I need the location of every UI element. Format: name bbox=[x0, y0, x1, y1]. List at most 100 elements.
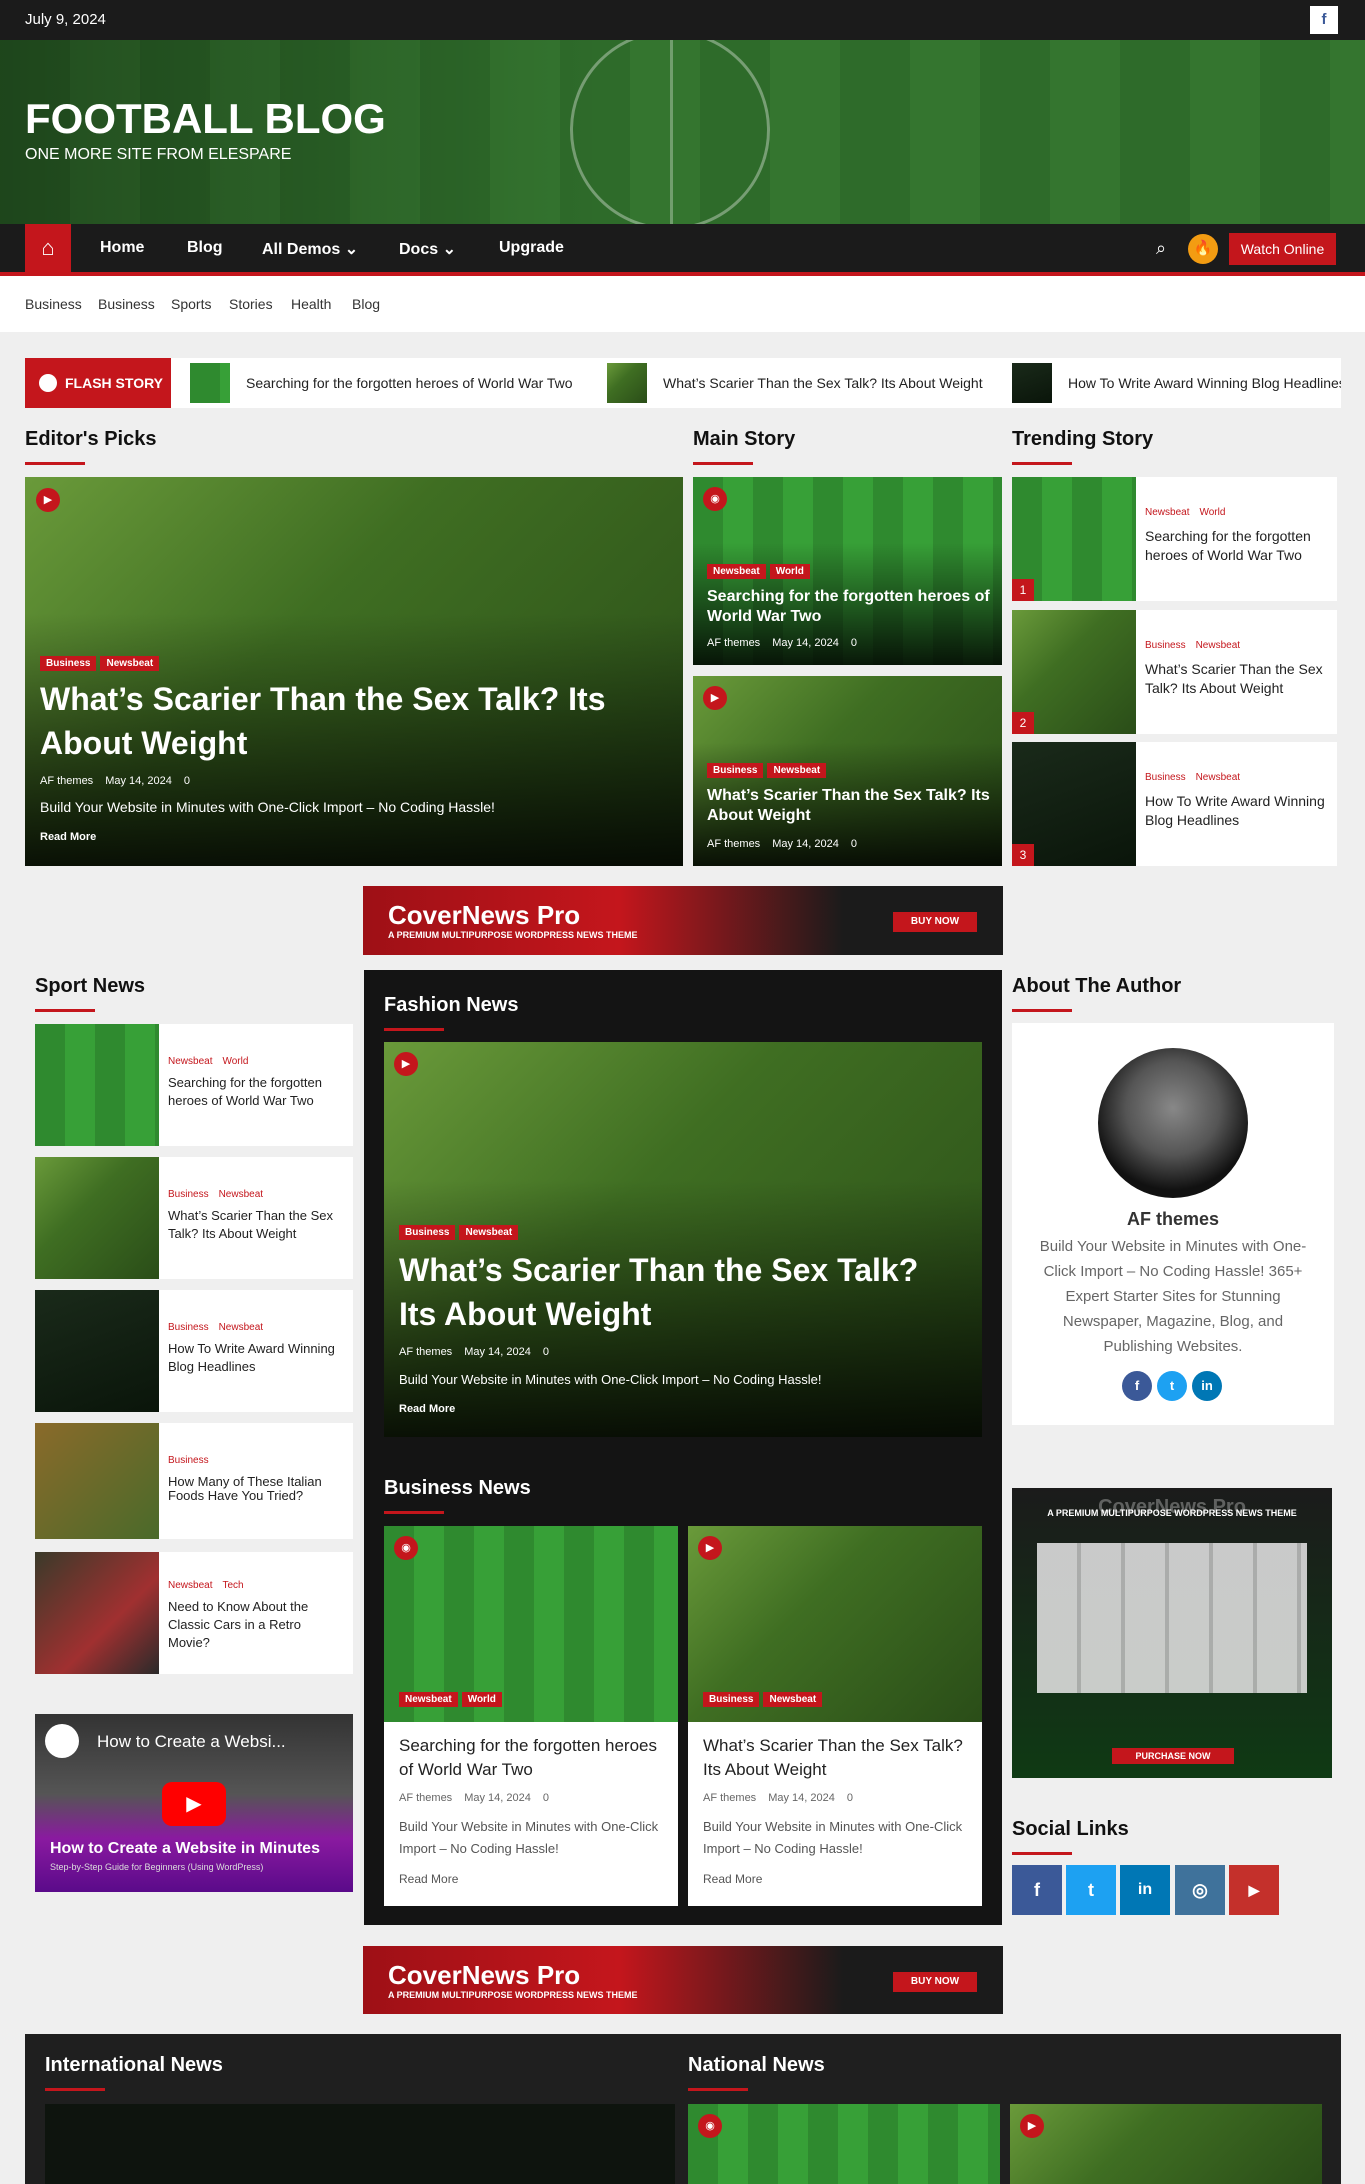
comment-count[interactable]: 0 bbox=[847, 1792, 853, 1804]
tag[interactable]: Business bbox=[703, 1692, 760, 1707]
editors-pick-card[interactable]: ▶ Business Newsbeat What’s Scarier Than t… bbox=[25, 477, 683, 866]
post-title[interactable]: How To Write Award Winning Blog Headline… bbox=[1145, 792, 1330, 830]
international-news-card[interactable] bbox=[45, 2104, 675, 2184]
comment-count[interactable]: 0 bbox=[851, 637, 857, 649]
trending-item[interactable]: 3 Business Newsbeat How To Write Award Wi… bbox=[1012, 742, 1337, 866]
read-more-link[interactable]: Read More bbox=[399, 1403, 455, 1415]
nav-blog[interactable]: Blog bbox=[187, 239, 223, 257]
tag[interactable]: Newsbeat bbox=[459, 1225, 519, 1240]
ad-banner[interactable]: CoverNews Pro A PREMIUM MULTIPURPOSE WOR… bbox=[363, 1946, 1003, 2014]
comment-count[interactable]: 0 bbox=[184, 775, 190, 787]
author-name[interactable]: AF themes bbox=[703, 1792, 756, 1804]
sport-news-item[interactable]: Business Newsbeat How To Write Award Winn… bbox=[35, 1290, 353, 1412]
main-story-card[interactable]: ◉ Newsbeat World Searching for the forgot… bbox=[693, 477, 1002, 665]
tag[interactable]: Business bbox=[707, 763, 764, 778]
post-title[interactable]: How Many of These Italian Foods Have You… bbox=[168, 1475, 348, 1503]
video-overlay-subtext: Step-by-Step Guide for Beginners (Using … bbox=[50, 1862, 264, 1872]
play-icon[interactable]: ▶ bbox=[162, 1782, 226, 1826]
author-name[interactable]: AF themes bbox=[40, 775, 93, 787]
nav-all-demos[interactable]: All Demos ⌄ bbox=[262, 239, 358, 259]
twitter-icon[interactable]: t bbox=[1066, 1865, 1116, 1915]
author-name[interactable]: AF themes bbox=[399, 1792, 452, 1804]
fire-icon[interactable]: 🔥 bbox=[1188, 234, 1218, 264]
author-name[interactable]: AF themes bbox=[707, 838, 760, 850]
post-title[interactable]: Searching for the forgotten heroes of Wo… bbox=[707, 587, 992, 627]
ad-banner[interactable]: CoverNews Pro A PREMIUM MULTIPURPOSE WOR… bbox=[363, 886, 1003, 955]
post-title[interactable]: Searching for the forgotten heroes of Wo… bbox=[168, 1074, 348, 1110]
trending-item[interactable]: 1 Newsbeat World Searching for the forgot… bbox=[1012, 477, 1337, 601]
tag[interactable]: Newsbeat bbox=[707, 564, 766, 579]
post-title[interactable]: Searching for the forgotten heroes of Wo… bbox=[399, 1734, 659, 1782]
buy-now-button[interactable]: BUY NOW bbox=[893, 912, 977, 932]
author-name[interactable]: AF themes bbox=[399, 1346, 452, 1358]
search-icon[interactable]: ⌕ bbox=[1156, 238, 1166, 259]
tag[interactable]: Newsbeat bbox=[399, 1692, 458, 1707]
trending-item[interactable]: 2 Business Newsbeat What’s Scarier Than t… bbox=[1012, 610, 1337, 734]
comment-count[interactable]: 0 bbox=[543, 1346, 549, 1358]
tag[interactable]: Newsbeat bbox=[100, 656, 160, 671]
side-ad-banner[interactable]: CoverNews Pro A PREMIUM MULTIPURPOSE WOR… bbox=[1012, 1488, 1332, 1778]
nav-upgrade[interactable]: Upgrade bbox=[499, 239, 564, 257]
ticker-item[interactable]: What’s Scarier Than the Sex Talk? Its Ab… bbox=[607, 363, 983, 403]
watch-online-button[interactable]: Watch Online bbox=[1229, 233, 1336, 265]
video-icon: ▶ bbox=[1020, 2114, 1044, 2138]
post-title[interactable]: How To Write Award Winning Blog Headline… bbox=[168, 1340, 348, 1376]
read-more-link[interactable]: Read More bbox=[703, 1872, 762, 1886]
purchase-now-button[interactable]: PURCHASE NOW bbox=[1112, 1748, 1234, 1764]
subnav-item[interactable]: Business bbox=[98, 296, 155, 312]
instagram-icon[interactable]: ◎ bbox=[1175, 1865, 1225, 1915]
comment-count[interactable]: 0 bbox=[543, 1792, 549, 1804]
twitter-icon[interactable]: t bbox=[1157, 1371, 1187, 1401]
tag[interactable]: Business bbox=[40, 656, 97, 671]
author-name[interactable]: AF themes bbox=[707, 637, 760, 649]
home-icon[interactable]: ⌂ bbox=[25, 224, 71, 272]
subnav-item[interactable]: Health bbox=[291, 296, 331, 312]
site-title[interactable]: FOOTBALL BLOG bbox=[25, 95, 386, 143]
tag[interactable]: World bbox=[769, 564, 810, 579]
sport-news-item[interactable]: Newsbeat Tech Need to Know About the Clas… bbox=[35, 1552, 353, 1674]
ticker-item[interactable]: Searching for the forgotten heroes of Wo… bbox=[190, 363, 573, 403]
video-title[interactable]: How to Create a Websi... bbox=[97, 1732, 286, 1752]
tag[interactable]: Newsbeat bbox=[767, 763, 827, 778]
post-title[interactable]: What’s Scarier Than the Sex Talk? Its Ab… bbox=[703, 1734, 963, 1782]
tag[interactable]: World bbox=[461, 1692, 502, 1707]
business-news-card[interactable]: ▶ Business Newsbeat What’s Scarier Than t… bbox=[688, 1526, 982, 1906]
subnav-item[interactable]: Stories bbox=[229, 296, 273, 312]
video-embed[interactable]: How to Create a Websi... ▶ How to Create… bbox=[35, 1714, 353, 1892]
post-title[interactable]: Need to Know About the Classic Cars in a… bbox=[168, 1598, 318, 1652]
ticker-item[interactable]: How To Write Award Winning Blog Headline… bbox=[1012, 363, 1341, 403]
linkedin-icon[interactable]: in bbox=[1192, 1371, 1222, 1401]
national-news-card[interactable]: ▶ bbox=[1010, 2104, 1322, 2184]
facebook-icon[interactable]: f bbox=[1310, 6, 1338, 34]
main-story-card[interactable]: ▶ Business Newsbeat What’s Scarier Than t… bbox=[693, 676, 1002, 866]
sport-news-item[interactable]: Business How Many of These Italian Foods… bbox=[35, 1423, 353, 1539]
sport-news-item[interactable]: Business Newsbeat What’s Scarier Than the… bbox=[35, 1157, 353, 1279]
comment-count[interactable]: 0 bbox=[851, 838, 857, 850]
post-title[interactable]: What’s Scarier Than the Sex Talk? Its Ab… bbox=[399, 1248, 939, 1336]
post-title[interactable]: What’s Scarier Than the Sex Talk? Its Ab… bbox=[707, 786, 992, 826]
subnav-item[interactable]: Business bbox=[25, 296, 82, 312]
youtube-icon[interactable]: ▶ bbox=[1229, 1865, 1279, 1915]
facebook-icon[interactable]: f bbox=[1012, 1865, 1062, 1915]
linkedin-icon[interactable]: in bbox=[1120, 1865, 1170, 1915]
nav-home[interactable]: Home bbox=[100, 239, 144, 257]
post-thumbnail bbox=[35, 1290, 159, 1412]
business-news-card[interactable]: ◉ Newsbeat World Searching for the forgot… bbox=[384, 1526, 678, 1906]
post-title[interactable]: What’s Scarier Than the Sex Talk? Its Ab… bbox=[40, 677, 660, 765]
fashion-feature-card[interactable]: ▶ Business Newsbeat What’s Scarier Than t… bbox=[384, 1042, 982, 1437]
read-more-link[interactable]: Read More bbox=[399, 1872, 458, 1886]
subnav-item[interactable]: Sports bbox=[171, 296, 211, 312]
subnav-item[interactable]: Blog bbox=[352, 296, 380, 312]
post-title[interactable]: What’s Scarier Than the Sex Talk? Its Ab… bbox=[168, 1207, 348, 1243]
author-name[interactable]: AF themes bbox=[1012, 1209, 1334, 1230]
read-more-link[interactable]: Read More bbox=[40, 831, 96, 843]
tag[interactable]: Newsbeat bbox=[763, 1692, 823, 1707]
post-title[interactable]: Searching for the forgotten heroes of Wo… bbox=[1145, 527, 1330, 565]
post-title[interactable]: What’s Scarier Than the Sex Talk? Its Ab… bbox=[1145, 660, 1330, 698]
facebook-icon[interactable]: f bbox=[1122, 1371, 1152, 1401]
tag[interactable]: Business bbox=[399, 1225, 456, 1240]
sport-news-item[interactable]: Newsbeat World Searching for the forgotte… bbox=[35, 1024, 353, 1146]
national-news-card[interactable]: ◉ bbox=[688, 2104, 1000, 2184]
buy-now-button[interactable]: BUY NOW bbox=[893, 1972, 977, 1992]
nav-docs[interactable]: Docs ⌄ bbox=[399, 239, 456, 259]
